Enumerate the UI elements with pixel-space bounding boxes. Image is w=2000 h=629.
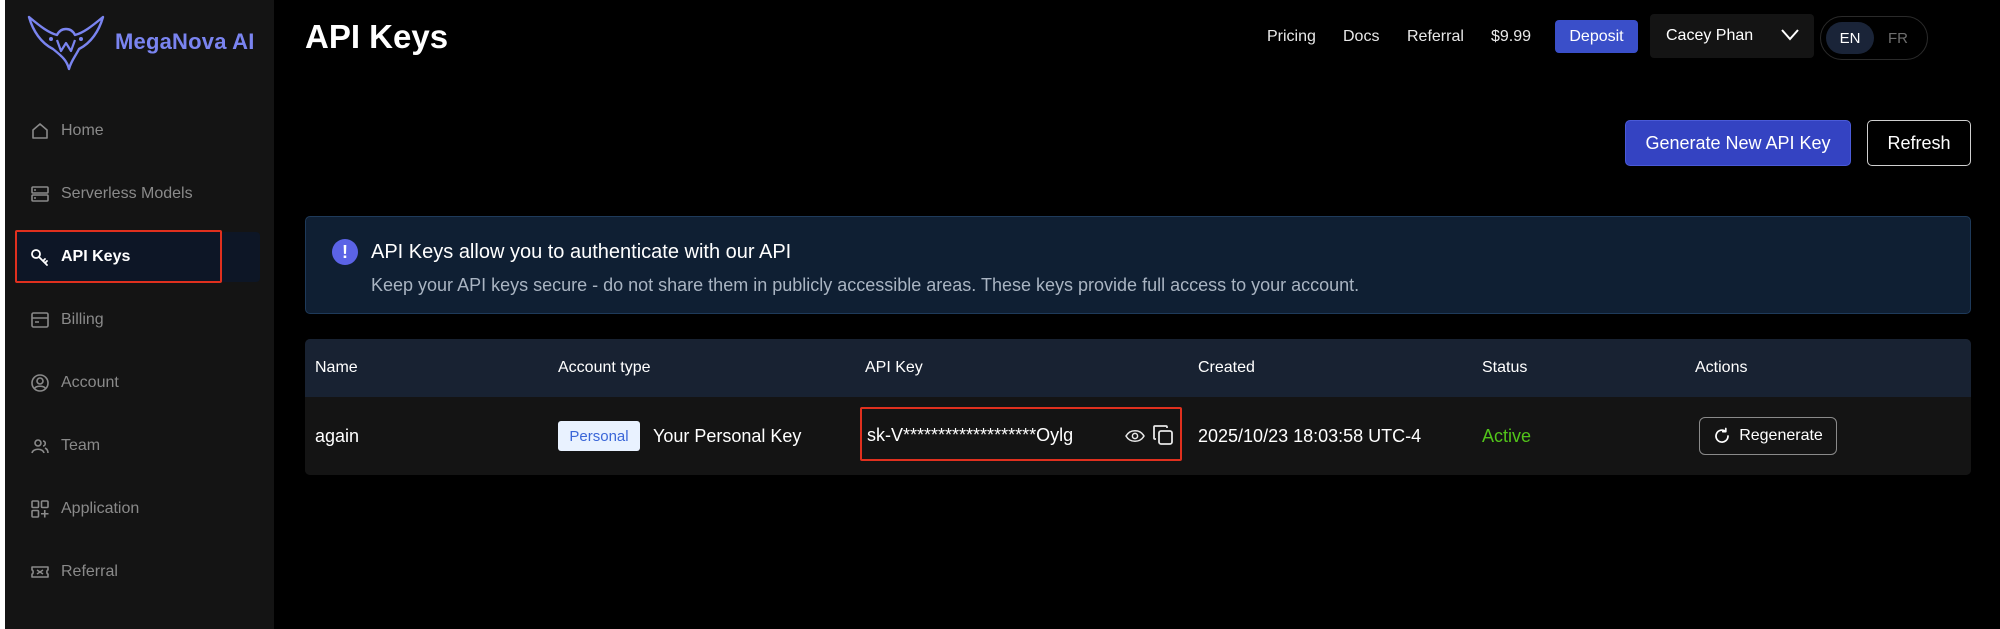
brand-name: MegaNova AI [115,29,255,54]
lang-en-option[interactable]: EN [1826,22,1874,54]
sidebar-item-application[interactable]: Application [15,484,260,534]
created-timestamp: 2025/10/23 18:03:58 UTC-4 [1198,426,1422,446]
column-header-api-key: API Key [865,359,923,376]
copy-icon[interactable] [1152,424,1174,446]
sidebar: MegaNova AI Home Serverless Models API K… [5,0,274,629]
balance-display: $9.99 [1491,28,1532,45]
regenerate-label: Regenerate [1739,427,1823,444]
account-type-label: Your Personal Key [653,426,802,446]
referral-link[interactable]: Referral [1407,28,1464,46]
api-key-cell: sk-V*******************Oylg [860,407,1182,461]
exclamation-icon: ! [332,239,358,265]
refresh-icon [1715,427,1730,443]
sidebar-item-api-keys[interactable]: API Keys [15,232,260,282]
account-type-badge: Personal [558,421,640,451]
ticket-icon [29,561,51,583]
key-icon [29,246,51,268]
refresh-button[interactable]: Refresh [1867,120,1971,166]
alert-description: Keep your API keys secure - do not share… [371,275,1360,295]
sidebar-item-label: Serverless Models [61,185,193,202]
page-title: API Keys [305,18,449,55]
sidebar-item-label: API Keys [61,248,131,265]
column-header-status: Status [1482,359,1528,376]
sidebar-item-label: Application [61,500,140,517]
sidebar-item-account[interactable]: Account [15,358,260,408]
eye-icon[interactable] [1125,427,1145,445]
server-icon [29,183,51,205]
sidebar-item-label: Account [61,374,119,391]
manta-ray-logo-icon [27,15,105,71]
sidebar-item-referral[interactable]: Referral [15,547,260,597]
user-menu[interactable]: Cacey Phan [1650,14,1814,58]
sidebar-item-label: Referral [61,563,118,580]
column-header-actions: Actions [1695,359,1748,376]
generate-api-key-button[interactable]: Generate New API Key [1625,120,1851,166]
chevron-down-icon [1781,29,1799,41]
user-name: Cacey Phan [1666,27,1754,44]
brand-logo[interactable]: MegaNova AI [27,12,255,72]
deposit-button[interactable]: Deposit [1555,20,1638,53]
sidebar-item-label: Home [61,122,104,139]
pricing-link[interactable]: Pricing [1267,28,1316,46]
app-window: MegaNova AI Home Serverless Models API K… [5,0,2000,629]
api-key-value: sk-V*******************Oylg [867,425,1074,445]
application-icon [29,498,51,520]
team-icon [29,435,51,457]
sidebar-item-serverless-models[interactable]: Serverless Models [15,169,260,219]
column-header-created: Created [1198,359,1255,376]
billing-icon [29,309,51,331]
sidebar-item-home[interactable]: Home [15,106,260,156]
sidebar-item-label: Team [61,437,101,454]
status-badge: Active [1482,426,1532,446]
table-header: Name Account type API Key Created Status… [305,339,1971,397]
home-icon [29,120,51,142]
sidebar-item-label: Billing [61,311,104,328]
info-alert: ! API Keys allow you to authenticate wit… [305,216,1971,314]
lang-fr-option[interactable]: FR [1874,22,1922,54]
regenerate-button[interactable]: Regenerate [1699,417,1837,455]
alert-title: API Keys allow you to authenticate with … [371,241,792,263]
docs-link[interactable]: Docs [1343,28,1379,46]
sidebar-item-team[interactable]: Team [15,421,260,471]
column-header-account-type: Account type [558,359,651,376]
table-row: again Personal Your Personal Key sk-V***… [305,397,1971,475]
language-toggle[interactable]: EN FR [1820,16,1928,60]
key-name: again [315,426,360,446]
sidebar-item-billing[interactable]: Billing [15,295,260,345]
column-header-name: Name [315,359,358,376]
api-keys-table: Name Account type API Key Created Status… [305,339,1971,475]
account-icon [29,372,51,394]
